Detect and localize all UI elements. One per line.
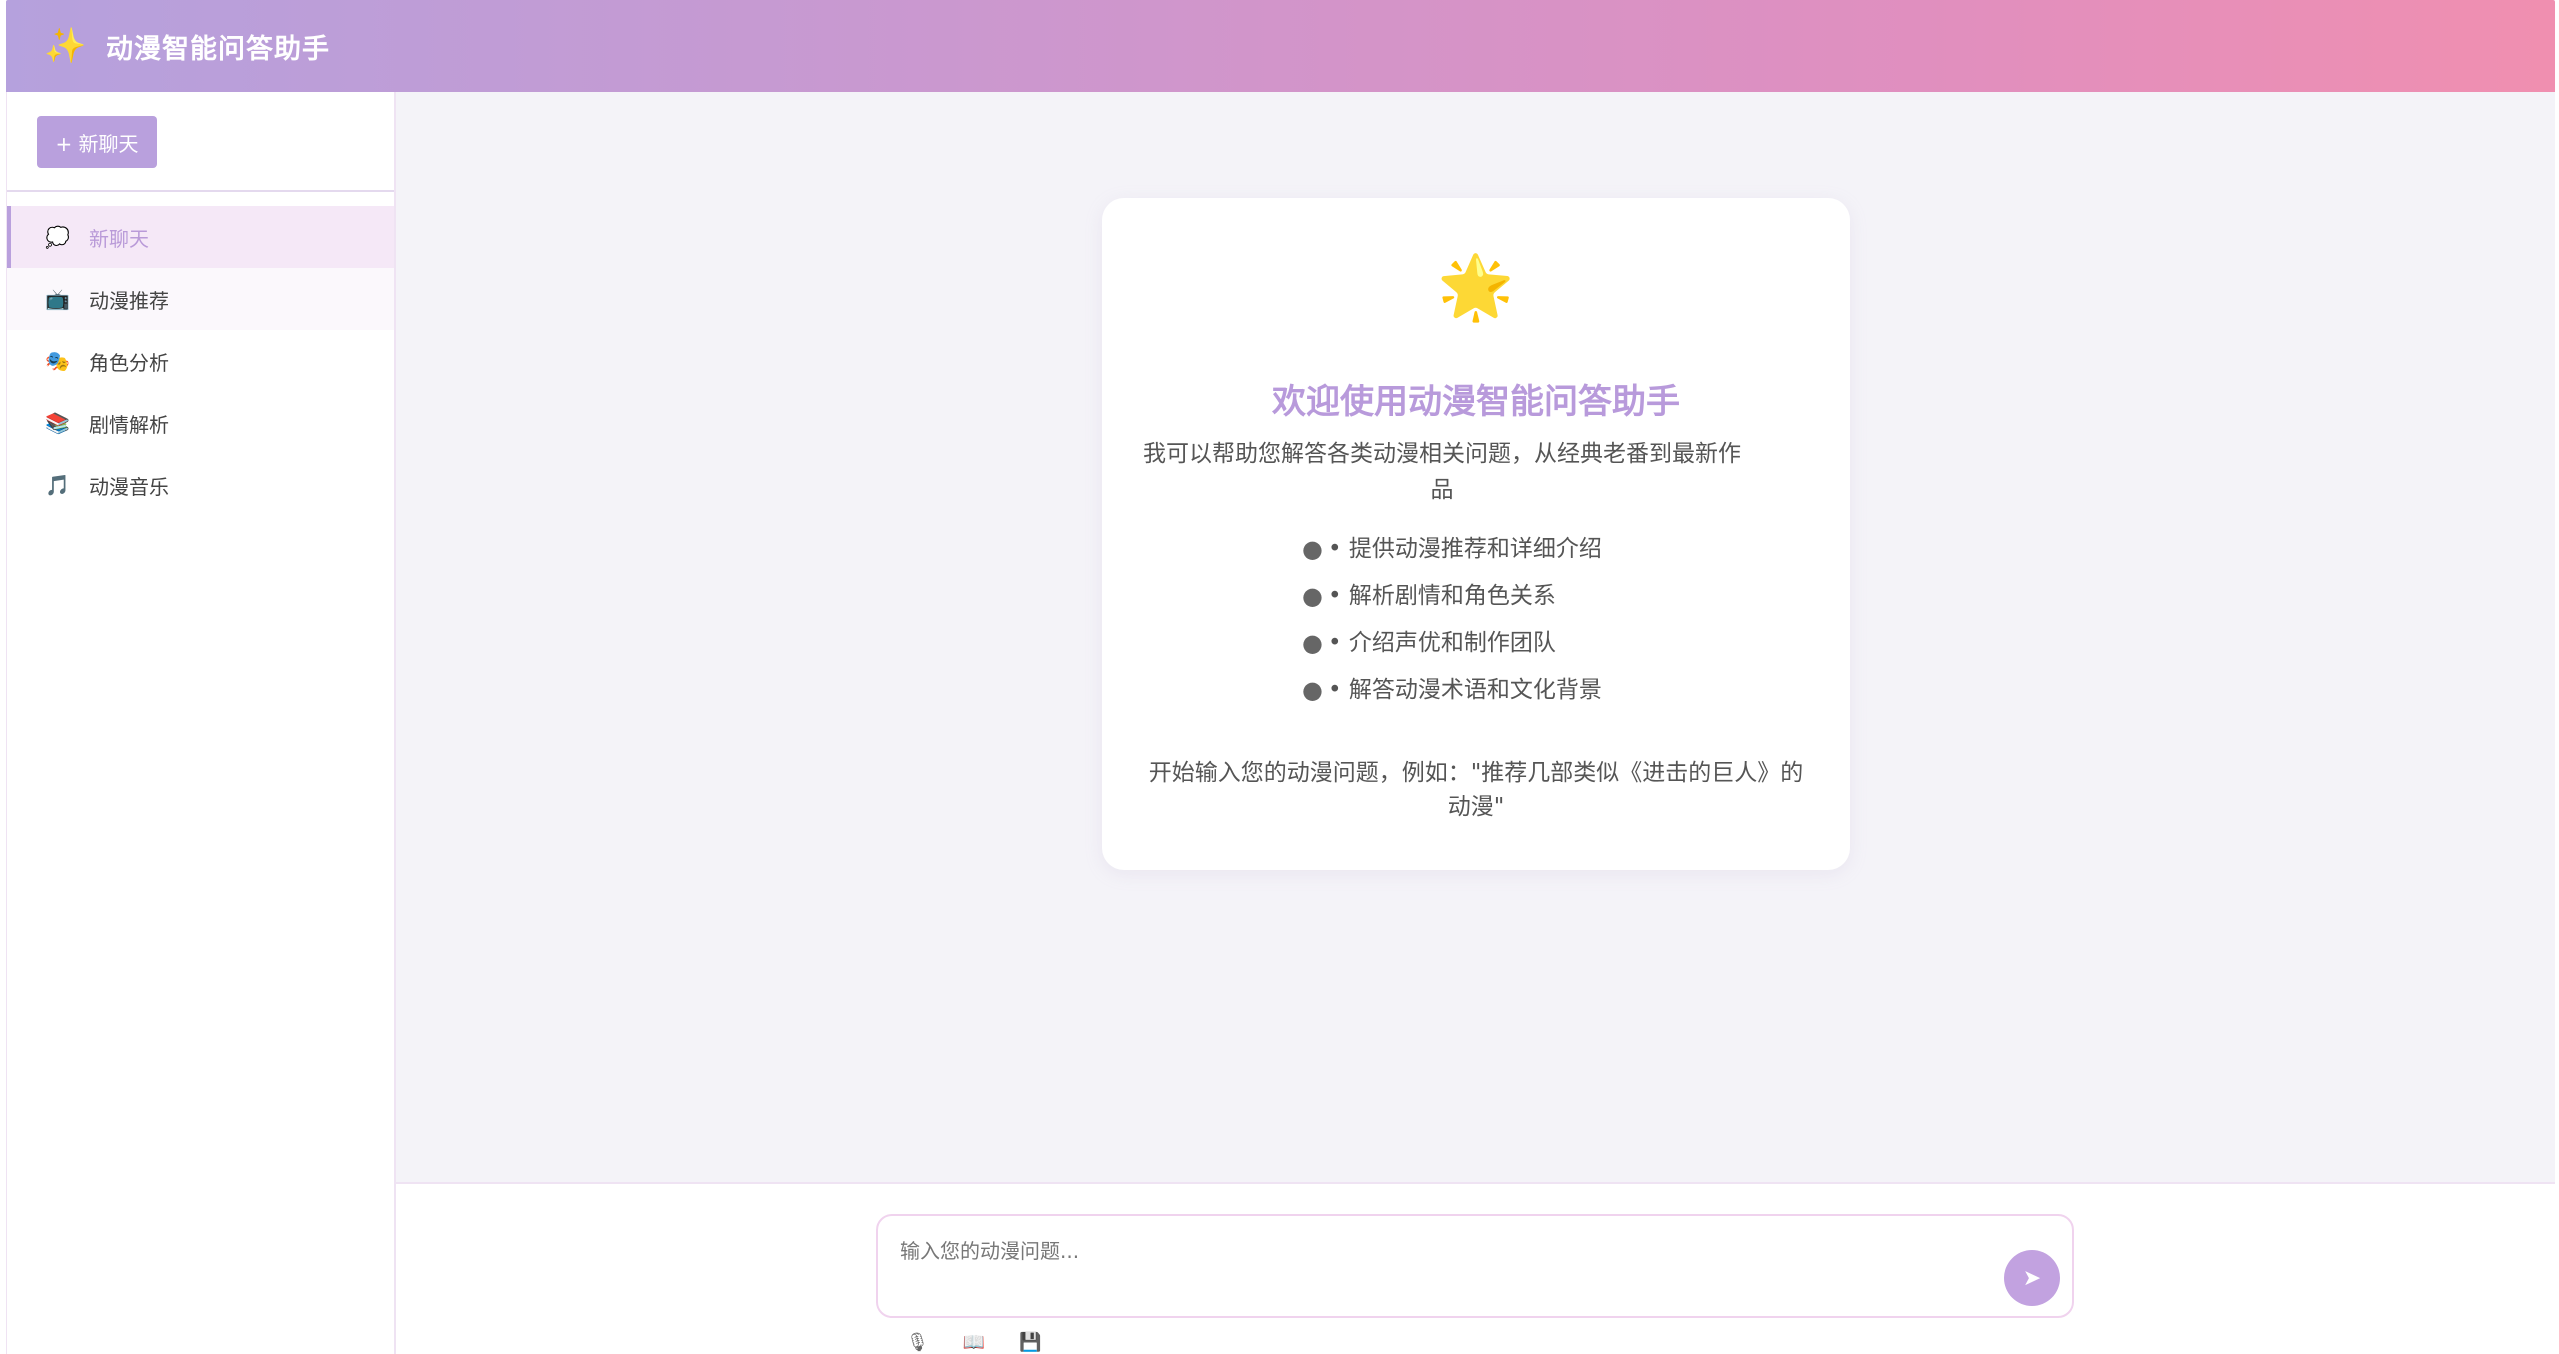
theater-masks-icon: 🎭 bbox=[45, 349, 70, 373]
sidebar-item-new-chat[interactable]: 💭 新聊天 bbox=[7, 206, 394, 268]
feature-text: • 介绍声优和制作团队 bbox=[1328, 630, 1556, 656]
feature-list: ● • 提供动漫推荐和详细介绍 ● • 解析剧情和角色关系 ● • 介绍声优和制作团队… bbox=[1302, 526, 1602, 714]
welcome-description: 我可以帮助您解答各类动漫相关问题，从经典老番到最新作品 bbox=[1143, 441, 1741, 503]
save-disk-icon[interactable]: 💾 bbox=[1019, 1332, 1041, 1353]
sidebar-item-label: 动漫推荐 bbox=[89, 288, 169, 313]
tv-icon: 📺 bbox=[45, 287, 70, 311]
welcome-hint: 开始输入您的动漫问题，例如："推荐几部类似《进击的巨人》的动漫" bbox=[1148, 760, 1804, 820]
list-item: ● • 提供动漫推荐和详细介绍 bbox=[1302, 526, 1602, 573]
sidebar-item-anime-recommend[interactable]: 📺 动漫推荐 bbox=[7, 268, 394, 330]
list-item: ● • 解析剧情和角色关系 bbox=[1302, 573, 1602, 620]
sidebar-divider bbox=[7, 190, 394, 192]
welcome-title: 欢迎使用动漫智能问答助手 bbox=[1272, 382, 1680, 422]
book-icon[interactable]: 📖 bbox=[963, 1332, 985, 1353]
bullet-icon: ● bbox=[1302, 676, 1323, 704]
thought-bubble-icon: 💭 bbox=[45, 225, 70, 249]
message-input[interactable] bbox=[900, 1236, 1950, 1266]
books-icon: 📚 bbox=[45, 411, 70, 435]
send-arrow-icon: ➤ bbox=[2022, 1265, 2042, 1290]
list-item: ● • 介绍声优和制作团队 bbox=[1302, 620, 1602, 667]
input-area: ➤ 🎙 📖 💾 bbox=[396, 1182, 2555, 1354]
app-title: 动漫智能问答助手 bbox=[106, 33, 330, 65]
app-header: ✨ 动漫智能问答助手 bbox=[6, 0, 2555, 92]
microphone-icon[interactable]: 🎙 bbox=[906, 1332, 929, 1353]
sidebar-item-label: 动漫音乐 bbox=[89, 474, 169, 499]
bullet-icon: ● bbox=[1302, 582, 1323, 610]
send-button[interactable]: ➤ bbox=[2004, 1250, 2060, 1306]
new-chat-button[interactable]: + 新聊天 bbox=[37, 116, 157, 168]
sidebar-item-label: 新聊天 bbox=[89, 226, 149, 251]
sparkles-icon: ✨ bbox=[44, 26, 87, 66]
chat-list: 💭 新聊天 📺 动漫推荐 🎭 角色分析 📚 剧情解析 🎵 动漫音乐 bbox=[7, 206, 394, 516]
bullet-icon: ● bbox=[1302, 535, 1323, 563]
glowing-star-icon: 🌟 bbox=[1437, 250, 1515, 323]
list-item: ● • 解答动漫术语和文化背景 bbox=[1302, 667, 1602, 714]
bullet-icon: ● bbox=[1302, 629, 1323, 657]
sidebar-item-label: 剧情解析 bbox=[89, 412, 169, 437]
sidebar-item-anime-music[interactable]: 🎵 动漫音乐 bbox=[7, 454, 394, 516]
feature-text: • 解析剧情和角色关系 bbox=[1328, 583, 1556, 609]
feature-text: • 提供动漫推荐和详细介绍 bbox=[1328, 536, 1602, 562]
message-input-box: ➤ bbox=[876, 1214, 2074, 1318]
sidebar: + 新聊天 💭 新聊天 📺 动漫推荐 🎭 角色分析 📚 剧情解析 🎵 动漫音乐 bbox=[6, 92, 396, 1354]
welcome-card: 🌟 欢迎使用动漫智能问答助手 我可以帮助您解答各类动漫相关问题，从经典老番到最新… bbox=[1102, 198, 1850, 870]
input-tools: 🎙 📖 💾 bbox=[906, 1332, 1042, 1353]
sidebar-item-plot-analysis[interactable]: 📚 剧情解析 bbox=[7, 392, 394, 454]
app-root: ✨ 动漫智能问答助手 + 新聊天 💭 新聊天 📺 动漫推荐 🎭 角色分析 📚 剧… bbox=[0, 0, 2559, 1354]
sidebar-item-character-analysis[interactable]: 🎭 角色分析 bbox=[7, 330, 394, 392]
sidebar-item-label: 角色分析 bbox=[89, 350, 169, 375]
music-note-icon: 🎵 bbox=[45, 473, 70, 497]
feature-text: • 解答动漫术语和文化背景 bbox=[1328, 677, 1602, 703]
chat-main: 🌟 欢迎使用动漫智能问答助手 我可以帮助您解答各类动漫相关问题，从经典老番到最新… bbox=[396, 92, 2555, 1182]
